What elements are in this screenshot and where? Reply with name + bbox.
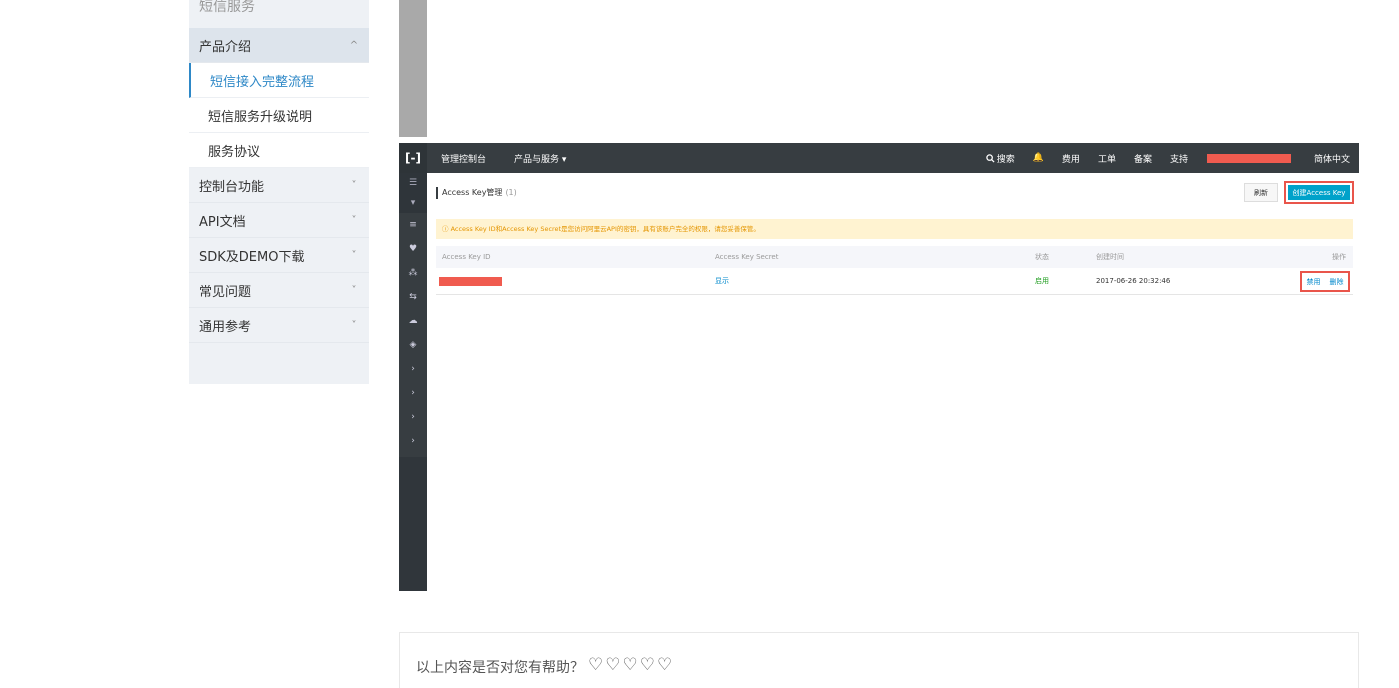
show-secret-link: 显示 [715, 277, 729, 285]
server-icon: ≡ [409, 220, 417, 230]
feedback-question: 以上内容是否对您有帮助？ [416, 660, 584, 676]
sidebar-item-console[interactable]: 控制台功能 ˅ [189, 168, 369, 203]
rating-hearts: ♡ ♡ ♡ ♡ ♡ [588, 655, 672, 675]
column-header: Access Key ID [442, 253, 491, 261]
chevron-down-icon: ˅ [351, 319, 357, 331]
heart-icon[interactable]: ♡ [657, 655, 672, 675]
console-leftbar: ☰ ▾ ≡ ♥ ⁂ ⇆ ☁ ◈ › › › › [399, 173, 427, 591]
database-icon: ◈ [409, 340, 417, 350]
heart-icon: ♥ [408, 244, 418, 254]
chevron-down-icon: ˅ [351, 249, 357, 261]
warning-banner: ⓘ Access Key ID和Access Key Secret是您访问阿里云… [436, 219, 1353, 239]
menu-icon: ☰ [408, 178, 418, 188]
table-row: 显示 启用 2017-06-26 20:32:46 禁用 删除 [436, 268, 1353, 295]
page-title-text: Access Key管理 [442, 188, 503, 197]
create-access-key-highlight: 创建Access Key [1284, 181, 1354, 204]
search-icon [985, 153, 995, 163]
delete-link: 删除 [1329, 277, 1344, 286]
redacted-access-key-id [439, 277, 502, 286]
operations-highlight: 禁用 删除 [1300, 271, 1350, 292]
chevron-down-icon: ˅ [351, 284, 357, 296]
doc-sidebar: 短信服务 产品介绍 ^ 短信接入完整流程 短信服务升级说明 服务协议 控制台功能… [189, 0, 369, 384]
search-link: 搜索 [977, 143, 1024, 173]
sidebar-item-label: 产品介绍 [199, 39, 252, 55]
sidebar-item-product-intro[interactable]: 产品介绍 ^ [189, 28, 369, 63]
sidebar-item-sdk[interactable]: SDK及DEMO下载 ˅ [189, 238, 369, 273]
sidebar-item-faq[interactable]: 常见问题 ˅ [189, 273, 369, 308]
chevron-right-icon: › [411, 388, 415, 398]
topbar-right: 搜索 🔔 费用 工单 备案 支持 简体中文 [977, 143, 1359, 173]
column-header: Access Key Secret [715, 253, 779, 261]
heart-icon[interactable]: ♡ [640, 655, 655, 675]
console-screenshot: [-] 管理控制台 产品与服务 ▾ 搜索 🔔 费用 工单 备案 支持 简体中文 … [399, 143, 1359, 591]
transfer-icon: ⇆ [409, 292, 417, 302]
heart-icon[interactable]: ♡ [623, 655, 638, 675]
disable-link: 禁用 [1306, 277, 1321, 286]
access-key-panel: Access Key管理 (1) 刷新 创建Access Key ⓘ Access… [436, 173, 1354, 591]
create-access-key-button: 创建Access Key [1288, 185, 1350, 200]
chevron-down-icon: ˅ [351, 179, 357, 191]
sidebar-subitem-upgrade[interactable]: 短信服务升级说明 [189, 98, 369, 133]
created-time: 2017-06-26 20:32:46 [1096, 277, 1171, 285]
aliyun-logo-icon: [-] [399, 143, 427, 173]
chevron-right-icon: › [411, 364, 415, 374]
sidebar-item-label: 通用参考 [199, 319, 252, 335]
page-title: Access Key管理 (1) [436, 187, 517, 199]
feedback-panel: 以上内容是否对您有帮助？ ♡ ♡ ♡ ♡ ♡ [399, 632, 1359, 688]
sidebar-subitem-full-flow[interactable]: 短信接入完整流程 [189, 63, 369, 98]
sidebar-top-label[interactable]: 短信服务 [189, 0, 369, 28]
leftbar-toggle: ☰ ▾ [399, 173, 427, 213]
console-home-link: 管理控制台 [441, 154, 487, 165]
column-header: 状态 [1035, 253, 1049, 261]
key-count: (1) [505, 188, 517, 197]
previous-screenshot-fragment [399, 0, 427, 137]
column-header: 操作 [1332, 253, 1346, 261]
caret-down-icon: ▾ [410, 198, 416, 208]
chevron-right-icon: › [411, 412, 415, 422]
status-badge: 启用 [1035, 277, 1049, 285]
column-header: 创建时间 [1096, 253, 1124, 261]
chevron-up-icon: ^ [349, 39, 359, 51]
sidebar-item-api[interactable]: API文档 ˅ [189, 203, 369, 238]
network-icon: ⁂ [408, 268, 418, 278]
table-header: Access Key ID Access Key Secret 状态 创建时间 … [436, 246, 1353, 268]
support-link: 支持 [1169, 154, 1188, 165]
leftbar-lower [399, 457, 427, 591]
ticket-link: 工单 [1097, 154, 1116, 165]
chevron-right-icon: › [411, 436, 415, 446]
cloud-icon: ☁ [408, 316, 418, 326]
sidebar-subitem-agreement[interactable]: 服务协议 [189, 133, 369, 168]
search-label: 搜索 [996, 154, 1015, 165]
products-menu: 产品与服务 ▾ [514, 154, 567, 165]
sidebar-item-reference[interactable]: 通用参考 ˅ [189, 308, 369, 343]
bell-icon: 🔔 [1032, 153, 1044, 163]
icp-link: 备案 [1133, 154, 1152, 165]
language-switch: 简体中文 [1313, 154, 1350, 165]
fees-link: 费用 [1061, 154, 1080, 165]
heart-icon[interactable]: ♡ [588, 655, 603, 675]
console-topbar: [-] 管理控制台 产品与服务 ▾ 搜索 🔔 费用 工单 备案 支持 简体中文 [399, 143, 1359, 173]
sidebar-item-label: 控制台功能 [199, 179, 265, 195]
redacted-username [1206, 153, 1291, 163]
sidebar-item-label: 常见问题 [199, 284, 252, 300]
refresh-button: 刷新 [1244, 183, 1278, 202]
sidebar-item-label: SDK及DEMO下载 [199, 249, 305, 265]
heart-icon[interactable]: ♡ [605, 655, 620, 675]
sidebar-item-label: API文档 [199, 214, 246, 230]
chevron-down-icon: ˅ [351, 214, 357, 226]
